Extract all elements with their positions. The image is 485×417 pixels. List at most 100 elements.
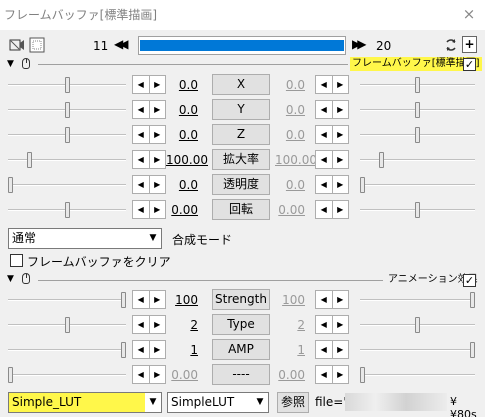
increment-arrow-icon[interactable]: ▶ bbox=[332, 365, 349, 384]
param-name-button[interactable]: Y bbox=[212, 99, 270, 120]
right-slider[interactable] bbox=[360, 366, 475, 384]
slider-thumb[interactable] bbox=[360, 177, 365, 193]
decrement-arrow-icon[interactable]: ◀ bbox=[315, 150, 333, 169]
right-value[interactable]: 0.0 bbox=[275, 178, 305, 192]
value-stepper[interactable]: ◀ ▶ bbox=[132, 125, 166, 144]
left-value[interactable]: 100 bbox=[166, 293, 198, 307]
slider-thumb[interactable] bbox=[121, 292, 126, 308]
increment-arrow-icon[interactable]: ▶ bbox=[149, 340, 166, 359]
decrement-arrow-icon[interactable]: ◀ bbox=[132, 125, 150, 144]
decrement-arrow-icon[interactable]: ◀ bbox=[315, 365, 333, 384]
close-icon[interactable]: × bbox=[458, 4, 480, 24]
slider-thumb[interactable] bbox=[8, 367, 13, 383]
video-output-icon[interactable] bbox=[9, 37, 25, 53]
right-slider[interactable] bbox=[360, 126, 475, 144]
increment-arrow-icon[interactable]: ▶ bbox=[149, 125, 166, 144]
blend-mode-select[interactable]: 通常 ▼ bbox=[8, 228, 162, 249]
filter-enable-checkbox[interactable]: ✓ bbox=[463, 58, 476, 71]
right-slider[interactable] bbox=[360, 76, 475, 94]
right-value[interactable]: 0.0 bbox=[275, 128, 305, 142]
decrement-arrow-icon[interactable]: ◀ bbox=[132, 315, 150, 334]
left-value[interactable]: 0.0 bbox=[166, 128, 198, 142]
decrement-arrow-icon[interactable]: ◀ bbox=[132, 150, 150, 169]
param-name-button[interactable]: AMP bbox=[212, 339, 270, 360]
decrement-arrow-icon[interactable]: ◀ bbox=[132, 365, 150, 384]
left-slider[interactable] bbox=[8, 126, 126, 144]
slider-thumb[interactable] bbox=[415, 127, 420, 143]
increment-arrow-icon[interactable]: ▶ bbox=[332, 75, 349, 94]
right-slider[interactable] bbox=[360, 291, 475, 309]
value-stepper[interactable]: ◀ ▶ bbox=[132, 75, 166, 94]
decrement-arrow-icon[interactable]: ◀ bbox=[132, 175, 150, 194]
value-stepper[interactable]: ◀ ▶ bbox=[132, 200, 166, 219]
sync-icon[interactable] bbox=[443, 37, 459, 53]
value-stepper[interactable]: ◀ ▶ bbox=[132, 100, 166, 119]
right-slider[interactable] bbox=[360, 176, 475, 194]
left-slider[interactable] bbox=[8, 76, 126, 94]
decrement-arrow-icon[interactable]: ◀ bbox=[315, 125, 333, 144]
increment-arrow-icon[interactable]: ▶ bbox=[332, 175, 349, 194]
increment-arrow-icon[interactable]: ▶ bbox=[332, 200, 349, 219]
increment-arrow-icon[interactable]: ▶ bbox=[149, 150, 166, 169]
value-stepper[interactable]: ◀ ▶ bbox=[132, 365, 166, 384]
increment-arrow-icon[interactable]: ▶ bbox=[149, 100, 166, 119]
increment-arrow-icon[interactable]: ▶ bbox=[332, 340, 349, 359]
left-value[interactable]: 100.00 bbox=[166, 153, 208, 167]
decrement-arrow-icon[interactable]: ◀ bbox=[315, 100, 333, 119]
left-slider[interactable] bbox=[8, 176, 126, 194]
increment-arrow-icon[interactable]: ▶ bbox=[149, 315, 166, 334]
clear-buffer-checkbox[interactable] bbox=[10, 254, 23, 267]
decrement-arrow-icon[interactable]: ◀ bbox=[315, 75, 333, 94]
value-stepper[interactable]: ◀ ▶ bbox=[315, 200, 349, 219]
right-value[interactable]: 1 bbox=[275, 343, 305, 357]
decrement-arrow-icon[interactable]: ◀ bbox=[132, 100, 150, 119]
decrement-arrow-icon[interactable]: ◀ bbox=[315, 340, 333, 359]
increment-arrow-icon[interactable]: ▶ bbox=[149, 365, 166, 384]
decrement-arrow-icon[interactable]: ◀ bbox=[315, 175, 333, 194]
filter-enable-checkbox[interactable]: ✓ bbox=[463, 274, 476, 287]
right-value[interactable]: 100 bbox=[275, 293, 305, 307]
decrement-arrow-icon[interactable]: ◀ bbox=[132, 340, 150, 359]
value-stepper[interactable]: ◀ ▶ bbox=[315, 290, 349, 309]
value-stepper[interactable]: ◀ ▶ bbox=[315, 100, 349, 119]
left-slider[interactable] bbox=[8, 151, 126, 169]
left-value[interactable]: 0.00 bbox=[166, 368, 198, 382]
left-slider[interactable] bbox=[8, 291, 126, 309]
param-name-button[interactable]: Strength bbox=[212, 289, 270, 310]
param-name-button[interactable]: 透明度 bbox=[212, 174, 270, 195]
increment-arrow-icon[interactable]: ▶ bbox=[149, 75, 166, 94]
left-value[interactable]: 0.0 bbox=[166, 78, 198, 92]
lut-select[interactable]: SimpleLUT ▼ bbox=[167, 392, 269, 413]
right-slider[interactable] bbox=[360, 151, 475, 169]
left-slider[interactable] bbox=[8, 316, 126, 334]
slider-thumb[interactable] bbox=[415, 77, 420, 93]
slider-thumb[interactable] bbox=[379, 152, 384, 168]
right-value[interactable]: 0.00 bbox=[275, 203, 305, 217]
right-slider[interactable] bbox=[360, 201, 475, 219]
left-slider[interactable] bbox=[8, 366, 126, 384]
left-value[interactable]: 2 bbox=[166, 318, 198, 332]
param-name-button[interactable]: 回転 bbox=[212, 199, 270, 220]
right-value[interactable]: 0.0 bbox=[275, 103, 305, 117]
right-slider[interactable] bbox=[360, 316, 475, 334]
increment-arrow-icon[interactable]: ▶ bbox=[149, 175, 166, 194]
slider-thumb[interactable] bbox=[415, 102, 420, 118]
value-stepper[interactable]: ◀ ▶ bbox=[315, 365, 349, 384]
param-name-button[interactable]: Type bbox=[212, 314, 270, 335]
slider-thumb[interactable] bbox=[121, 342, 126, 358]
increment-arrow-icon[interactable]: ▶ bbox=[332, 100, 349, 119]
collapse-icon[interactable]: ▼ bbox=[7, 274, 14, 284]
increment-arrow-icon[interactable]: ▶ bbox=[332, 125, 349, 144]
left-value[interactable]: 0.0 bbox=[166, 178, 198, 192]
param-name-button[interactable]: 拡大率 bbox=[212, 149, 270, 170]
script-select[interactable]: Simple_LUT ▼ bbox=[8, 392, 162, 413]
slider-thumb[interactable] bbox=[415, 202, 420, 218]
right-slider[interactable] bbox=[360, 101, 475, 119]
increment-arrow-icon[interactable]: ▶ bbox=[332, 290, 349, 309]
slider-thumb[interactable] bbox=[470, 292, 475, 308]
decrement-arrow-icon[interactable]: ◀ bbox=[315, 315, 333, 334]
slider-thumb[interactable] bbox=[65, 202, 70, 218]
value-stepper[interactable]: ◀ ▶ bbox=[132, 175, 166, 194]
collapse-icon[interactable]: ▼ bbox=[7, 59, 14, 69]
slider-thumb[interactable] bbox=[470, 342, 475, 358]
